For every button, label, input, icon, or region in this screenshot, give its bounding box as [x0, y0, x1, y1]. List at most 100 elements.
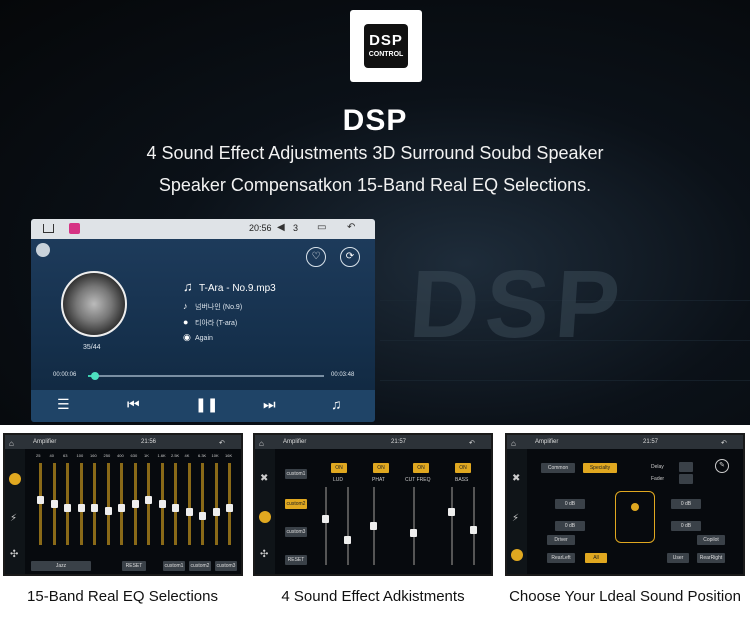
- user-button[interactable]: User: [667, 553, 689, 563]
- eq-band-slider[interactable]: [201, 463, 204, 545]
- sound-position-panel: ⌂ Amplifier 21:57 ↶ ✖ ⚡ Common Specialty…: [505, 433, 745, 576]
- sound-slider-track[interactable]: [413, 487, 415, 565]
- rear-left-db[interactable]: 0 dB: [555, 521, 585, 531]
- back-icon[interactable]: ↶: [469, 439, 475, 447]
- delay-toggle[interactable]: [679, 462, 693, 472]
- progress-knob[interactable]: [91, 372, 100, 380]
- fader-toggle[interactable]: [679, 474, 693, 484]
- rearleft-button[interactable]: RearLeft: [547, 553, 575, 563]
- eq-band-slider[interactable]: [214, 463, 218, 545]
- eq-band-knob[interactable]: [199, 512, 206, 521]
- eq-band-knob[interactable]: [185, 508, 193, 517]
- custom3-button[interactable]: custom3: [215, 561, 237, 571]
- custom2-button[interactable]: custom2: [189, 561, 211, 571]
- sound-slider-track[interactable]: [451, 487, 453, 565]
- position-icon[interactable]: [511, 549, 523, 561]
- eq-band-knob[interactable]: [37, 495, 44, 504]
- back-icon[interactable]: ↶: [721, 439, 727, 447]
- custom3-button[interactable]: custom3: [285, 527, 307, 537]
- eq-band-knob[interactable]: [172, 504, 179, 513]
- eq-band-knob[interactable]: [158, 500, 166, 508]
- eq-band-knob[interactable]: [91, 504, 98, 513]
- custom2-button[interactable]: custom2: [285, 499, 307, 509]
- sound-position-dot[interactable]: [631, 503, 639, 511]
- recent-apps-icon[interactable]: ▭: [317, 222, 326, 233]
- eq-band-knob[interactable]: [145, 495, 152, 504]
- home-icon[interactable]: ⌂: [259, 439, 264, 448]
- menu-dot-icon[interactable]: [36, 243, 50, 257]
- playlist-icon[interactable]: ☰: [57, 396, 70, 413]
- eq-band-slider[interactable]: [39, 463, 42, 545]
- equalizer-icon[interactable]: ♫: [331, 396, 342, 412]
- sound-slider-track[interactable]: [347, 487, 349, 565]
- sound-icon[interactable]: ⚡: [512, 513, 519, 524]
- rear-right-db[interactable]: 0 dB: [671, 521, 701, 531]
- eq-band-label: 25: [36, 453, 41, 458]
- custom1-button[interactable]: custom1: [163, 561, 185, 571]
- sound-icon[interactable]: [259, 511, 271, 523]
- eq-band-slider[interactable]: [106, 463, 110, 545]
- eq-band-knob[interactable]: [212, 508, 220, 517]
- eq-mode-icon[interactable]: [9, 473, 21, 485]
- bass-on-toggle[interactable]: ON: [455, 463, 471, 473]
- eq-band-knob[interactable]: [64, 504, 71, 513]
- play-mode: Again: [195, 335, 213, 342]
- eq-band-label: 1.6K: [157, 453, 166, 458]
- pause-icon[interactable]: ❚❚: [195, 396, 218, 413]
- driver-button[interactable]: Driver: [547, 535, 575, 545]
- front-right-db[interactable]: 0 dB: [671, 499, 701, 509]
- album-art-disc: [61, 271, 127, 337]
- reset-button[interactable]: RESET: [285, 555, 307, 565]
- sound-slider-knob[interactable]: [448, 508, 455, 516]
- progress-bar[interactable]: [88, 372, 324, 380]
- eq-band-slider[interactable]: [187, 463, 191, 545]
- preset-selector[interactable]: Jazz: [31, 561, 91, 571]
- repeat-icon[interactable]: ⟳: [340, 247, 360, 267]
- sound-slider-knob[interactable]: [322, 515, 329, 523]
- common-button[interactable]: Common: [541, 463, 575, 473]
- eq-band-knob[interactable]: [104, 506, 112, 515]
- position-icon[interactable]: ✣: [260, 549, 268, 560]
- home-icon[interactable]: ⌂: [511, 439, 516, 448]
- position-icon[interactable]: ✣: [10, 549, 18, 560]
- front-left-db[interactable]: 0 dB: [555, 499, 585, 509]
- eq-band-knob[interactable]: [50, 500, 58, 508]
- sound-slider-knob[interactable]: [370, 522, 377, 530]
- lud-on-toggle[interactable]: ON: [331, 463, 347, 473]
- car-seat-diagram[interactable]: [615, 491, 655, 543]
- rearright-button[interactable]: RearRight: [697, 553, 725, 563]
- eq-band-knob[interactable]: [77, 504, 85, 513]
- column-label-cutfreq: CUT FREQ: [405, 477, 431, 483]
- eq-band-slider[interactable]: [147, 463, 150, 545]
- custom1-button[interactable]: custom1: [285, 469, 307, 479]
- eq-mode-icon[interactable]: ✖: [512, 473, 520, 484]
- eq-mode-icon[interactable]: ✖: [260, 473, 268, 484]
- cutfreq-on-toggle[interactable]: ON: [413, 463, 429, 473]
- sound-slider-knob[interactable]: [470, 525, 477, 534]
- previous-icon[interactable]: ⏮: [127, 396, 140, 413]
- sound-slider-track[interactable]: [325, 487, 327, 565]
- speaker-settings-icon[interactable]: ✎: [715, 459, 729, 473]
- phat-on-toggle[interactable]: ON: [373, 463, 389, 473]
- app-icon[interactable]: [69, 223, 80, 234]
- all-button[interactable]: All: [585, 553, 607, 563]
- album-row: ♪ 넘버나인 (No.9): [183, 301, 242, 312]
- sound-icon[interactable]: ⚡: [10, 513, 17, 524]
- copilot-button[interactable]: Copilot: [697, 535, 725, 545]
- home-icon[interactable]: [43, 224, 54, 233]
- panel-status-bar: ⌂ Amplifier 21:57 ↶: [507, 435, 743, 449]
- reset-button[interactable]: RESET: [122, 561, 146, 571]
- sound-slider-knob[interactable]: [410, 529, 417, 537]
- next-icon[interactable]: ⏭: [263, 396, 276, 413]
- column-label-lud: LUD: [333, 477, 344, 483]
- eq-band-knob[interactable]: [131, 500, 139, 508]
- home-icon[interactable]: ⌂: [9, 439, 14, 448]
- specialty-button[interactable]: Specialty: [583, 463, 617, 473]
- favorite-icon[interactable]: ♡: [306, 247, 326, 267]
- eq-band-knob[interactable]: [118, 504, 125, 513]
- back-icon[interactable]: ↶: [219, 439, 225, 447]
- back-icon[interactable]: ↶: [347, 222, 355, 233]
- track-index: 35/44: [83, 344, 101, 351]
- eq-band-knob[interactable]: [226, 504, 233, 513]
- sound-slider-knob[interactable]: [344, 536, 351, 544]
